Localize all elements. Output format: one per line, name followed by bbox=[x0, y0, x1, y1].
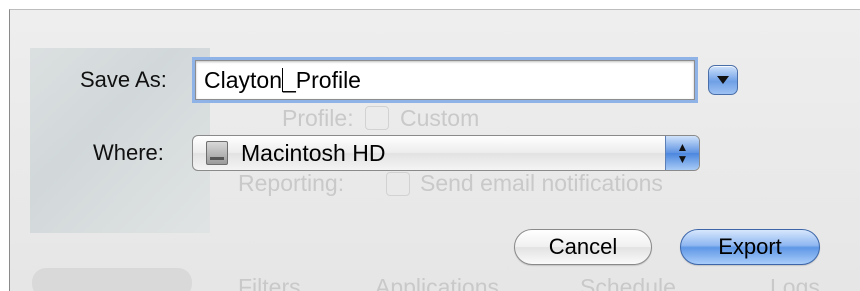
save-as-label: Save As: bbox=[80, 67, 167, 92]
save-sheet: Profile: Custom Reporting: Send email no… bbox=[9, 9, 860, 291]
filename-text-before-caret: Clayton bbox=[204, 67, 282, 93]
background-reporting-checkbox bbox=[386, 172, 410, 196]
filename-text-after-caret: _Profile bbox=[282, 67, 361, 93]
background-tab-applications: Applications bbox=[375, 274, 500, 291]
filename-field[interactable]: Clayton_Profile bbox=[195, 60, 695, 100]
export-button[interactable]: Export bbox=[680, 229, 820, 265]
background-reporting-label: Reporting: bbox=[238, 170, 345, 196]
background-reporting-value: Send email notifications bbox=[420, 170, 663, 196]
location-value: Macintosh HD bbox=[241, 140, 386, 166]
background-profile-stepper bbox=[365, 106, 389, 130]
popup-arrows-icon: ▲ ▼ bbox=[665, 136, 699, 170]
cancel-button[interactable]: Cancel bbox=[514, 229, 652, 265]
where-label: Where: bbox=[93, 140, 164, 165]
background-tab-schedule: Schedule bbox=[580, 274, 676, 291]
background-profile-label: Profile: bbox=[282, 105, 354, 131]
background-profile-value: Custom bbox=[400, 105, 480, 131]
background-tab-logs: Logs bbox=[770, 274, 820, 291]
location-popup[interactable]: Macintosh HD ▲ ▼ bbox=[192, 135, 700, 171]
background-tab-selected bbox=[32, 268, 192, 291]
background-tab-filters: Filters bbox=[238, 274, 301, 291]
hard-drive-icon bbox=[206, 141, 228, 165]
disclosure-triangle-icon[interactable] bbox=[708, 65, 738, 95]
